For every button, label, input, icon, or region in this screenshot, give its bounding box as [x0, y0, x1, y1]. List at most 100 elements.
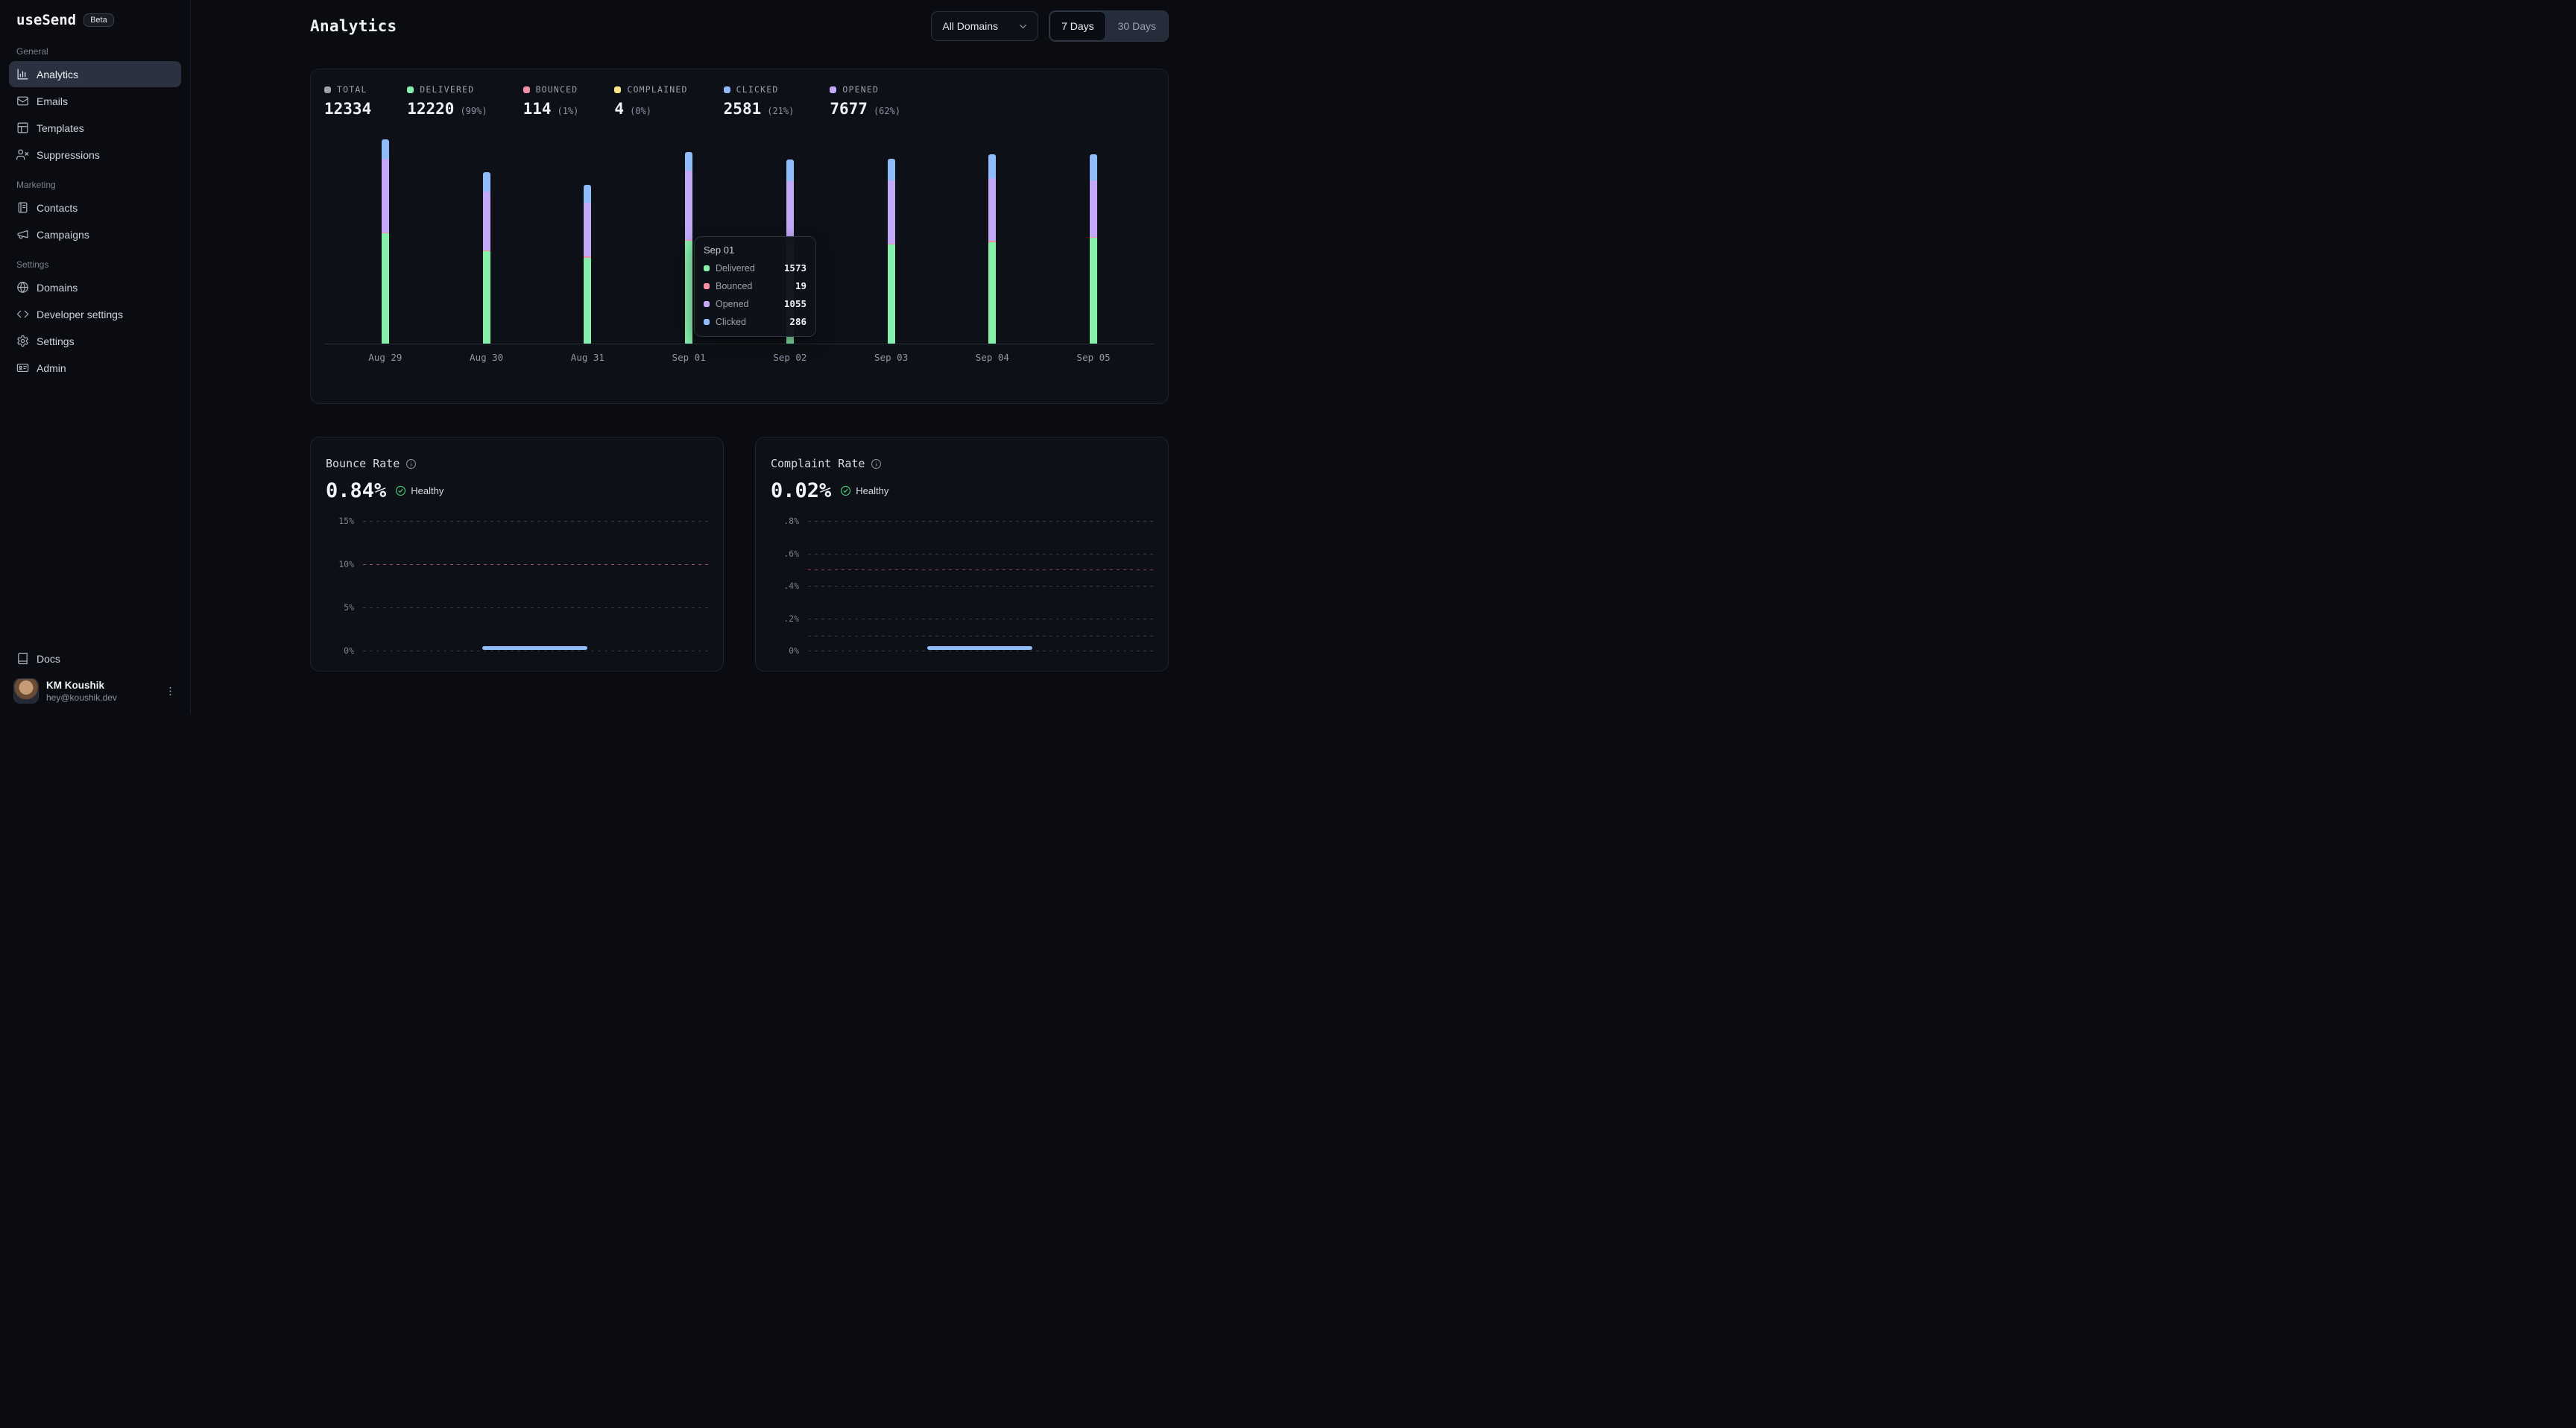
domain-filter-select[interactable]: All Domains [931, 11, 1038, 41]
stat-dot [724, 86, 730, 93]
analytics-overview-card: TOTAL12334DELIVERED12220(99%)BOUNCED114(… [310, 69, 1169, 404]
sidebar-item-suppressions[interactable]: Suppressions [9, 142, 181, 168]
stat-value: 12334 [324, 100, 371, 118]
stacked-bar [888, 159, 895, 344]
sidebar-item-settings[interactable]: Settings [9, 328, 181, 354]
info-icon-slot[interactable] [405, 458, 417, 470]
tooltip-label: Opened [716, 299, 778, 309]
threshold-line [363, 564, 708, 565]
segment-clicked [685, 152, 692, 171]
sidebar-item-admin[interactable]: Admin [9, 355, 181, 381]
bar-aug-30[interactable] [436, 136, 537, 344]
check-circle-icon-slot [840, 485, 851, 496]
rate-data-line [482, 646, 588, 650]
bounce-rate-value: 0.84% [326, 479, 386, 502]
tooltip-dot [704, 283, 710, 289]
content: Analytics All Domains 7 Days30 Days TOTA… [310, 0, 1169, 714]
docs-book-icon-slot [16, 652, 29, 665]
threshold-line [808, 569, 1153, 570]
sidebar-item-campaigns[interactable]: Campaigns [9, 221, 181, 247]
sidebar-item-label: Templates [37, 122, 84, 134]
user-email: hey@koushik.dev [46, 692, 157, 703]
x-axis-labels: Aug 29Aug 30Aug 31Sep 01Sep 02Sep 03Sep … [324, 352, 1155, 363]
stat-opened: OPENED7677(62%) [830, 84, 900, 118]
bar-aug-29[interactable] [335, 136, 436, 344]
info-icon-slot[interactable] [871, 458, 882, 470]
rate-data-line [927, 646, 1033, 650]
stat-clicked: CLICKED2581(21%) [724, 84, 795, 118]
grid-line [808, 521, 1153, 522]
stat-percent: (21%) [767, 106, 794, 116]
segment-clicked [584, 185, 591, 203]
segment-delivered [584, 258, 591, 344]
tooltip-row-delivered: Delivered1573 [704, 262, 806, 274]
tooltip-label: Bounced [716, 281, 789, 291]
stats-row: TOTAL12334DELIVERED12220(99%)BOUNCED114(… [324, 84, 1155, 118]
segment-clicked [1090, 154, 1097, 180]
complaint-health-label: Healthy [856, 485, 888, 496]
complaint-rate-value: 0.02% [771, 479, 831, 502]
complaint-rate-title-row: Complaint Rate [769, 457, 1155, 470]
stat-label: COMPLAINED [627, 84, 687, 95]
sidebar-item-docs[interactable]: Docs [9, 645, 181, 672]
sidebar-item-domains[interactable]: Domains [9, 274, 181, 300]
x-label-sep-01: Sep 01 [638, 352, 739, 363]
stat-value: 7677 [830, 100, 868, 118]
info-icon [405, 458, 417, 470]
bar-sep-05[interactable] [1043, 136, 1144, 344]
segment-delivered [988, 242, 996, 344]
grid-line [363, 607, 708, 608]
y-tick--6-: .6% [769, 549, 799, 559]
bar-sep-03[interactable] [841, 136, 942, 344]
chevron-down-icon [1017, 21, 1029, 32]
sidebar-item-label: Admin [37, 362, 66, 374]
sidebar-item-templates[interactable]: Templates [9, 115, 181, 141]
info-icon [871, 458, 882, 470]
y-tick--4-: .4% [769, 581, 799, 591]
user-menu[interactable]: KM Koushik hey@koushik.dev [9, 672, 181, 705]
mail-icon [16, 95, 29, 107]
bar-aug-31[interactable] [537, 136, 639, 344]
check-circle-icon [840, 485, 851, 496]
grid-line [808, 586, 1153, 587]
y-tick-0-: 0% [324, 645, 354, 656]
sidebar-item-emails[interactable]: Emails [9, 88, 181, 114]
tooltip-value: 286 [789, 316, 806, 327]
segment-delivered [685, 241, 692, 344]
sidebar-item-label: Analytics [37, 69, 78, 80]
bounce-health-label: Healthy [411, 485, 443, 496]
stat-percent: (99%) [460, 106, 487, 116]
range-button-7-days[interactable]: 7 Days [1049, 11, 1106, 41]
y-tick-10-: 10% [324, 559, 354, 569]
segment-opened [483, 192, 490, 250]
layout-icon [16, 121, 29, 134]
stacked-bar [483, 172, 490, 344]
stat-dot [407, 86, 414, 93]
chevron-down-icon-slot [1017, 21, 1029, 32]
sidebar-item-contacts[interactable]: Contacts [9, 195, 181, 221]
y-tick-0-: 0% [769, 645, 799, 656]
stat-value: 12220 [407, 100, 454, 118]
segment-opened [988, 178, 996, 241]
sidebar-item-developer-settings[interactable]: Developer settings [9, 301, 181, 327]
sidebar-item-label: Suppressions [37, 149, 100, 161]
stat-complained: COMPLAINED4(0%) [614, 84, 687, 118]
bar-sep-04[interactable] [942, 136, 1044, 344]
stat-label: OPENED [842, 84, 879, 95]
segment-opened [584, 203, 591, 257]
x-label-sep-03: Sep 03 [841, 352, 942, 363]
code-icon [16, 308, 29, 320]
chart-tooltip: Sep 01 Delivered1573Bounced19Opened1055C… [694, 236, 816, 337]
stat-label: TOTAL [337, 84, 367, 95]
tooltip-row-bounced: Bounced19 [704, 280, 806, 291]
domain-filter-value: All Domains [942, 20, 998, 32]
globe-icon [16, 281, 29, 294]
sidebar-nav: GeneralAnalyticsEmailsTemplatesSuppressi… [9, 34, 181, 382]
x-label-sep-04: Sep 04 [942, 352, 1044, 363]
kebab-menu-icon[interactable] [164, 685, 177, 698]
range-button-30-days[interactable]: 30 Days [1106, 11, 1168, 41]
x-label-aug-29: Aug 29 [335, 352, 436, 363]
sidebar-item-analytics[interactable]: Analytics [9, 61, 181, 87]
tooltip-row-clicked: Clicked286 [704, 316, 806, 327]
y-tick-5-: 5% [324, 602, 354, 613]
